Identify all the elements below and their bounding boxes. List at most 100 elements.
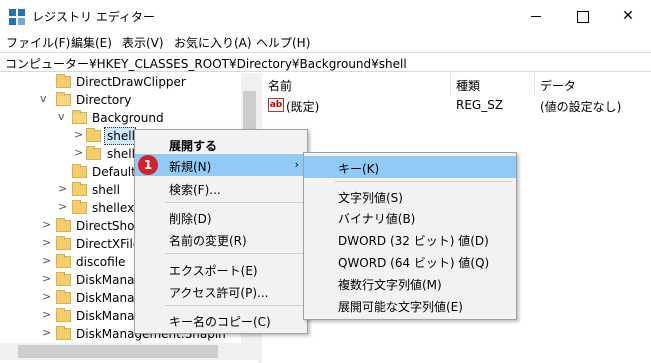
submenu-item-multi-string-value[interactable]: 複数行文字列値(M)	[304, 272, 516, 294]
submenu-item-dword-value[interactable]: DWORD (32 ビット) 値(D)	[304, 228, 516, 250]
context-menu: 展開する 新規(N) › 検索(F)... 削除(D) 名前の変更(R) エクス…	[134, 129, 308, 334]
close-button[interactable]: ✕	[605, 0, 651, 32]
folder-icon	[56, 254, 71, 268]
title-bar: レジストリ エディター ✕	[0, 0, 651, 32]
menu-item-find[interactable]: 検索(F)...	[135, 177, 307, 199]
menu-item-label: 複数行文字列値(M)	[338, 278, 442, 292]
tree-item-label: Background	[92, 111, 164, 125]
menu-bar: ファイル(F) 編集(E) 表示(V) お気に入り(A) ヘルプ(H)	[0, 32, 651, 52]
chevron-right-icon[interactable]: >	[42, 326, 51, 339]
chevron-right-icon[interactable]: >	[42, 218, 51, 231]
menu-item-label: バイナリ値(B)	[338, 212, 416, 226]
menu-item-label: 展開する	[169, 139, 218, 153]
value-data: (値の設定なし)	[540, 100, 622, 114]
chevron-right-icon[interactable]: >	[42, 290, 51, 303]
chevron-down-icon[interactable]: v	[40, 92, 47, 105]
menu-edit[interactable]: 編集(E)	[71, 34, 112, 51]
menu-item-label: アクセス許可(P)...	[169, 286, 269, 300]
menu-item-permissions[interactable]: アクセス許可(P)...	[135, 280, 307, 302]
menu-item-label: キー名のコピー(C)	[169, 315, 271, 329]
maximize-button[interactable]	[559, 0, 605, 32]
column-divider[interactable]	[534, 73, 535, 95]
tree-item-label: Directory	[76, 93, 132, 107]
submenu-item-key[interactable]: キー(K)	[304, 156, 516, 178]
folder-icon	[56, 308, 71, 322]
column-header-name[interactable]: 名前	[268, 77, 292, 94]
step-number-badge: 1	[138, 155, 158, 175]
chevron-right-icon[interactable]: >	[42, 254, 51, 267]
folder-icon	[72, 200, 87, 214]
new-submenu: キー(K) 文字列値(S) バイナリ値(B) DWORD (32 ビット) 値(…	[303, 152, 517, 320]
address-path[interactable]: コンピューター¥HKEY_CLASSES_ROOT¥Directory¥Back…	[5, 55, 407, 72]
window-title: レジストリ エディター	[32, 10, 155, 24]
minimize-button[interactable]	[513, 0, 559, 32]
chevron-right-icon[interactable]: >	[74, 128, 83, 141]
menu-item-label: 名前の変更(R)	[169, 234, 247, 248]
tree-item-label: shell	[92, 183, 120, 197]
menu-item-label: 文字列値(S)	[338, 191, 403, 205]
folder-icon	[86, 128, 101, 142]
tree-item-label: shellex	[92, 201, 135, 215]
menu-item-rename[interactable]: 名前の変更(R)	[135, 228, 307, 250]
tree-item-label: DirectDrawClipper	[76, 75, 186, 89]
menu-item-copy-key-name[interactable]: キー名のコピー(C)	[135, 309, 307, 331]
folder-icon	[86, 146, 101, 160]
submenu-item-string-value[interactable]: 文字列値(S)	[304, 185, 516, 207]
chevron-right-icon[interactable]: >	[58, 182, 67, 195]
address-bar[interactable]: コンピューター¥HKEY_CLASSES_ROOT¥Directory¥Back…	[0, 52, 651, 72]
folder-icon	[56, 326, 71, 340]
column-header-data[interactable]: データ	[540, 77, 576, 94]
tree-item-label: shell	[107, 129, 135, 143]
menu-separator	[165, 253, 303, 254]
folder-icon	[72, 164, 87, 178]
menu-item-label: 新規(N)	[169, 160, 212, 174]
scroll-thumb[interactable]	[18, 345, 218, 358]
column-header-type[interactable]: 種類	[456, 77, 480, 94]
menu-item-label: キー(K)	[338, 162, 380, 176]
menu-help[interactable]: ヘルプ(H)	[256, 34, 310, 51]
value-type: REG_SZ	[456, 98, 504, 112]
menu-item-label: エクスポート(E)	[169, 264, 258, 278]
submenu-item-expandable-string-value[interactable]: 展開可能な文字列値(E)	[304, 294, 516, 316]
submenu-item-binary-value[interactable]: バイナリ値(B)	[304, 206, 516, 228]
folder-icon	[56, 92, 71, 106]
folder-icon	[56, 218, 71, 232]
menu-separator	[334, 181, 512, 182]
menu-separator	[165, 305, 303, 306]
folder-icon	[56, 236, 71, 250]
column-divider[interactable]	[450, 73, 451, 95]
folder-icon	[72, 182, 87, 196]
value-name[interactable]: (既定)	[286, 98, 319, 115]
menu-item-delete[interactable]: 削除(D)	[135, 206, 307, 228]
menu-file[interactable]: ファイル(F)	[6, 34, 70, 51]
tree-horizontal-scrollbar[interactable]	[0, 343, 258, 360]
menu-item-label: QWORD (64 ビット) 値(Q)	[338, 256, 490, 270]
chevron-right-icon[interactable]: >	[74, 146, 83, 159]
submenu-item-qword-value[interactable]: QWORD (64 ビット) 値(Q)	[304, 250, 516, 272]
menu-view[interactable]: 表示(V)	[122, 34, 164, 51]
folder-icon	[56, 272, 71, 286]
chevron-right-icon[interactable]: >	[42, 272, 51, 285]
folder-icon	[72, 110, 87, 124]
menu-item-label: 検索(F)...	[169, 183, 221, 197]
registry-app-icon	[9, 9, 25, 25]
tree-item-label: discofile	[76, 255, 126, 269]
chevron-right-icon: ›	[294, 158, 299, 171]
chevron-right-icon[interactable]: >	[42, 236, 51, 249]
menu-favorites[interactable]: お気に入り(A)	[174, 34, 252, 51]
menu-item-label: 展開可能な文字列値(E)	[338, 300, 463, 314]
menu-item-label: 削除(D)	[169, 212, 212, 226]
chevron-right-icon[interactable]: >	[58, 200, 67, 213]
tree-item-label: DiskManag	[76, 273, 143, 287]
menu-item-label: DWORD (32 ビット) 値(D)	[338, 234, 489, 248]
menu-item-export[interactable]: エクスポート(E)	[135, 258, 307, 280]
string-value-icon: ab	[268, 98, 284, 112]
tree-item-label: DiskManag	[76, 291, 143, 305]
tree-item-label: DiskManag	[76, 309, 143, 323]
folder-icon	[56, 290, 71, 304]
chevron-down-icon[interactable]: v	[58, 110, 65, 123]
menu-item-expand[interactable]: 展開する	[135, 133, 307, 155]
chevron-right-icon[interactable]: >	[42, 308, 51, 321]
menu-separator	[165, 202, 303, 203]
menu-item-new[interactable]: 新規(N) ›	[135, 154, 307, 176]
